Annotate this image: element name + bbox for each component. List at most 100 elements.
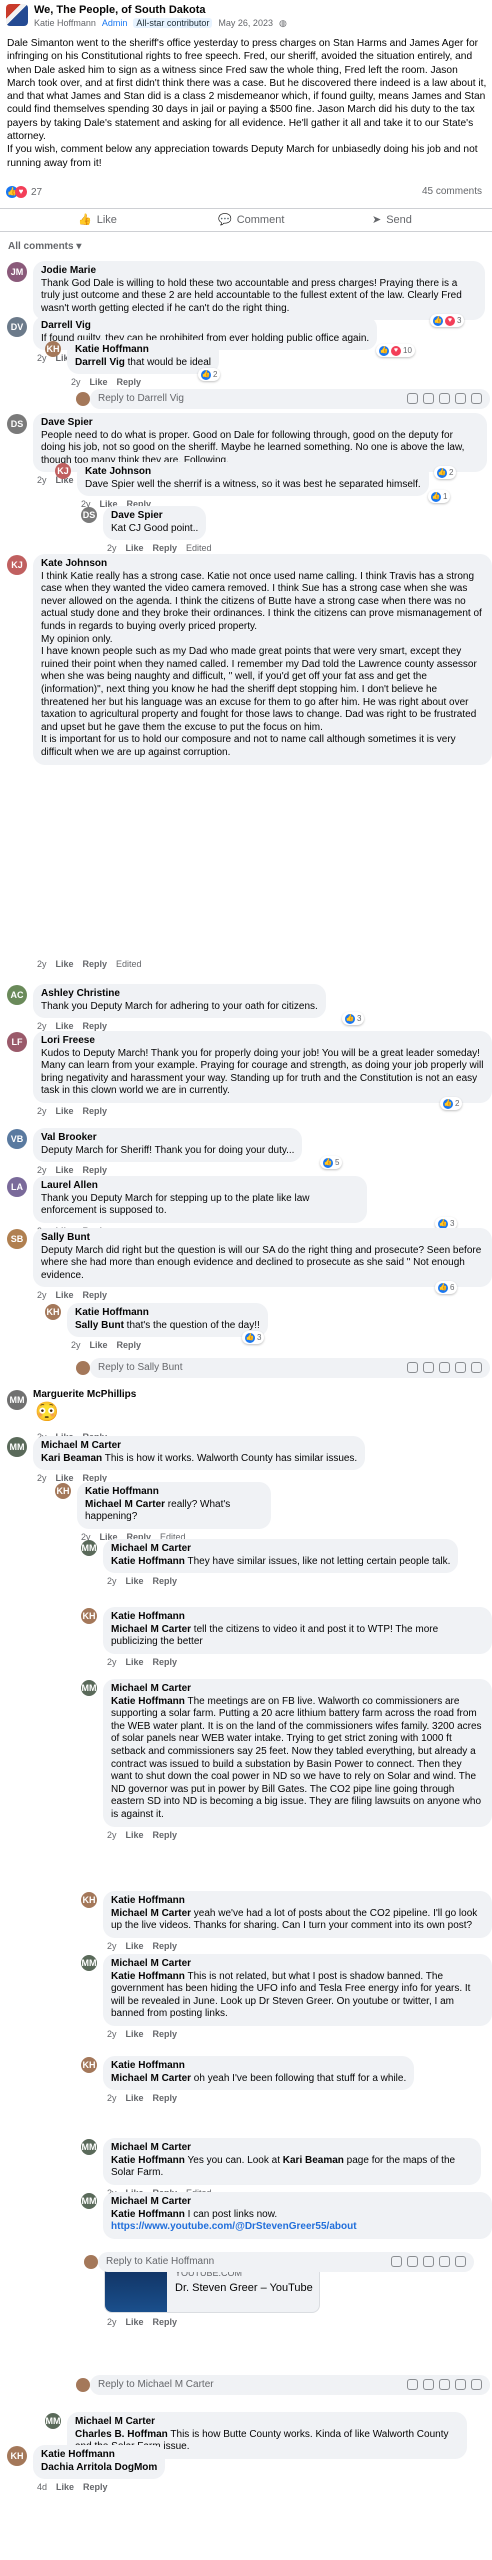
comment-reply[interactable]: Reply bbox=[83, 1106, 108, 1116]
avatar[interactable]: MM bbox=[81, 1955, 97, 1971]
comment-time[interactable]: 2y bbox=[37, 1290, 47, 1300]
comment-time[interactable]: 2y bbox=[107, 543, 117, 553]
comment-reactions[interactable]: 👍 2 bbox=[434, 466, 457, 479]
sticker-icon[interactable] bbox=[455, 2256, 466, 2267]
comment-author[interactable]: Katie Hoffmann bbox=[41, 2449, 157, 2462]
tagged-name[interactable]: Katie Hoffmann bbox=[111, 1696, 185, 1707]
comment-author[interactable]: Laurel Allen bbox=[41, 1180, 359, 1193]
comment-author[interactable]: Katie Hoffmann bbox=[111, 1895, 484, 1908]
comment-author[interactable]: Michael M Carter bbox=[111, 1683, 484, 1696]
comment-reactions[interactable]: 👍 2 bbox=[198, 368, 221, 381]
avatar[interactable]: SB bbox=[7, 1229, 27, 1249]
avatar[interactable]: MM bbox=[7, 1437, 27, 1457]
reply-input[interactable]: Reply to Michael M Carter bbox=[90, 2375, 490, 2395]
comment-filter[interactable]: All comments ▾ bbox=[8, 241, 81, 252]
comment-reply[interactable]: Reply bbox=[83, 1021, 108, 1031]
sticker-icon[interactable] bbox=[471, 393, 482, 404]
avatar[interactable]: MM bbox=[7, 1390, 27, 1410]
avatar[interactable]: MM bbox=[45, 2413, 61, 2429]
gif-icon[interactable] bbox=[455, 393, 466, 404]
comment-time[interactable]: 2y bbox=[37, 1106, 47, 1116]
tagged-name[interactable]: Kari Beaman bbox=[283, 2155, 344, 2166]
comment-like[interactable]: Like bbox=[56, 2482, 74, 2492]
tagged-name[interactable]: Michael M Carter bbox=[111, 1908, 191, 1919]
like-button[interactable]: 👍 Like bbox=[78, 213, 117, 227]
preview-title[interactable]: Dr. Steven Greer – YouTube bbox=[175, 2282, 313, 2294]
comment-like[interactable]: Like bbox=[126, 2093, 144, 2103]
comment-reactions[interactable]: 👍 5 bbox=[320, 1156, 343, 1169]
comment-reply[interactable]: Reply bbox=[83, 959, 108, 969]
comment-time[interactable]: 2y bbox=[107, 1657, 117, 1667]
comment-author[interactable]: Michael M Carter bbox=[75, 2416, 459, 2429]
comment-reactions[interactable]: 👍 ♥ 10 bbox=[376, 344, 415, 357]
comment-reply[interactable]: Reply bbox=[153, 2093, 178, 2103]
avatar[interactable]: KH bbox=[7, 2446, 27, 2466]
comment-like[interactable]: Like bbox=[90, 377, 108, 387]
avatar[interactable]: KH bbox=[45, 1304, 61, 1320]
avatar[interactable]: MM bbox=[81, 2193, 97, 2209]
avatar[interactable]: KH bbox=[81, 1892, 97, 1908]
comment-reactions[interactable]: 👍 6 bbox=[435, 1281, 458, 1294]
tagged-name[interactable]: Sally Bunt bbox=[75, 1320, 124, 1331]
comment-like[interactable]: Like bbox=[56, 1106, 74, 1116]
emoji-icon[interactable] bbox=[423, 2379, 434, 2390]
tagged-name[interactable]: Darrell Vig bbox=[75, 357, 125, 368]
avatar[interactable]: MM bbox=[81, 2139, 97, 2155]
avatar[interactable]: KJ bbox=[55, 463, 71, 479]
comment-time[interactable]: 2y bbox=[107, 1576, 117, 1586]
comment-author[interactable]: Michael M Carter bbox=[111, 2142, 473, 2155]
tagged-name[interactable]: Kari Beaman bbox=[41, 1453, 102, 1464]
tagged-name[interactable]: Katie Hoffmann bbox=[111, 1556, 185, 1567]
emoji-icon[interactable] bbox=[423, 393, 434, 404]
comment-reactions[interactable]: 👍 1 bbox=[428, 490, 451, 503]
comment-like[interactable]: Like bbox=[126, 2029, 144, 2039]
camera-icon[interactable] bbox=[439, 1362, 450, 1373]
comment-time[interactable]: 2y bbox=[37, 1165, 47, 1175]
avatar[interactable]: DS bbox=[81, 507, 97, 523]
tagged-name[interactable]: Katie Hoffmann bbox=[111, 2209, 185, 2220]
comment-author[interactable]: Katie Hoffmann bbox=[111, 2060, 406, 2073]
tagged-name[interactable]: Michael M Carter bbox=[111, 2073, 191, 2084]
sticker-icon[interactable] bbox=[471, 2379, 482, 2390]
comment-time[interactable]: 2y bbox=[107, 2093, 117, 2103]
avatar[interactable]: DV bbox=[7, 317, 27, 337]
comment-reactions[interactable]: 👍 3 bbox=[342, 1012, 365, 1025]
comment-reply[interactable]: Reply bbox=[117, 377, 142, 387]
comment-time[interactable]: 2y bbox=[71, 1340, 81, 1350]
comment-author[interactable]: Kate Johnson bbox=[41, 558, 484, 571]
avatar[interactable]: KH bbox=[45, 341, 61, 357]
avatar[interactable]: VB bbox=[7, 1129, 27, 1149]
group-name[interactable]: We, The People, of South Dakota bbox=[34, 4, 206, 16]
camera-icon[interactable] bbox=[439, 2379, 450, 2390]
avatar[interactable]: KH bbox=[55, 1483, 71, 1499]
avatar[interactable]: KH bbox=[81, 1608, 97, 1624]
comment-reactions[interactable]: 👍 ♥ 3 bbox=[430, 314, 465, 327]
comment-like[interactable]: Like bbox=[56, 959, 74, 969]
comment-time[interactable]: 2y bbox=[71, 377, 81, 387]
comment-reply[interactable]: Reply bbox=[83, 1290, 108, 1300]
emoji-icon[interactable] bbox=[407, 2256, 418, 2267]
avatar[interactable]: MM bbox=[81, 1540, 97, 1556]
reply-input[interactable]: Reply to Katie Hoffmann bbox=[98, 2252, 474, 2272]
comment-reply[interactable]: Reply bbox=[153, 1657, 178, 1667]
post-reactions[interactable]: 👍 ♥ 27 45 comments bbox=[6, 186, 486, 200]
comment-like[interactable]: Like bbox=[56, 1165, 74, 1175]
comment-author[interactable]: Lori Freese bbox=[41, 1035, 484, 1048]
comment-like[interactable]: Like bbox=[90, 1340, 108, 1350]
comment-author[interactable]: Michael M Carter bbox=[111, 1958, 484, 1971]
avatar[interactable]: DS bbox=[7, 414, 27, 434]
comment-like[interactable]: Like bbox=[126, 1657, 144, 1667]
avatar[interactable]: LF bbox=[7, 1032, 27, 1052]
comment-author[interactable]: Katie Hoffmann bbox=[75, 1307, 260, 1320]
comment-time[interactable]: 2y bbox=[37, 1473, 47, 1483]
comment-reply[interactable]: Reply bbox=[83, 2482, 108, 2492]
comment-author[interactable]: Katie Hoffmann bbox=[75, 344, 211, 357]
comment-author[interactable]: Marguerite McPhillips bbox=[33, 1389, 136, 1402]
avatar[interactable]: LA bbox=[7, 1177, 27, 1197]
comment-like[interactable]: Like bbox=[56, 1290, 74, 1300]
comment-reactions[interactable]: 👍 3 bbox=[242, 1331, 265, 1344]
tagged-name[interactable]: Katie Hoffmann bbox=[111, 2155, 185, 2166]
comment-time[interactable]: 2y bbox=[107, 1941, 117, 1951]
avatar[interactable]: KH bbox=[81, 2057, 97, 2073]
comment-author[interactable]: Kate Johnson bbox=[85, 466, 421, 479]
